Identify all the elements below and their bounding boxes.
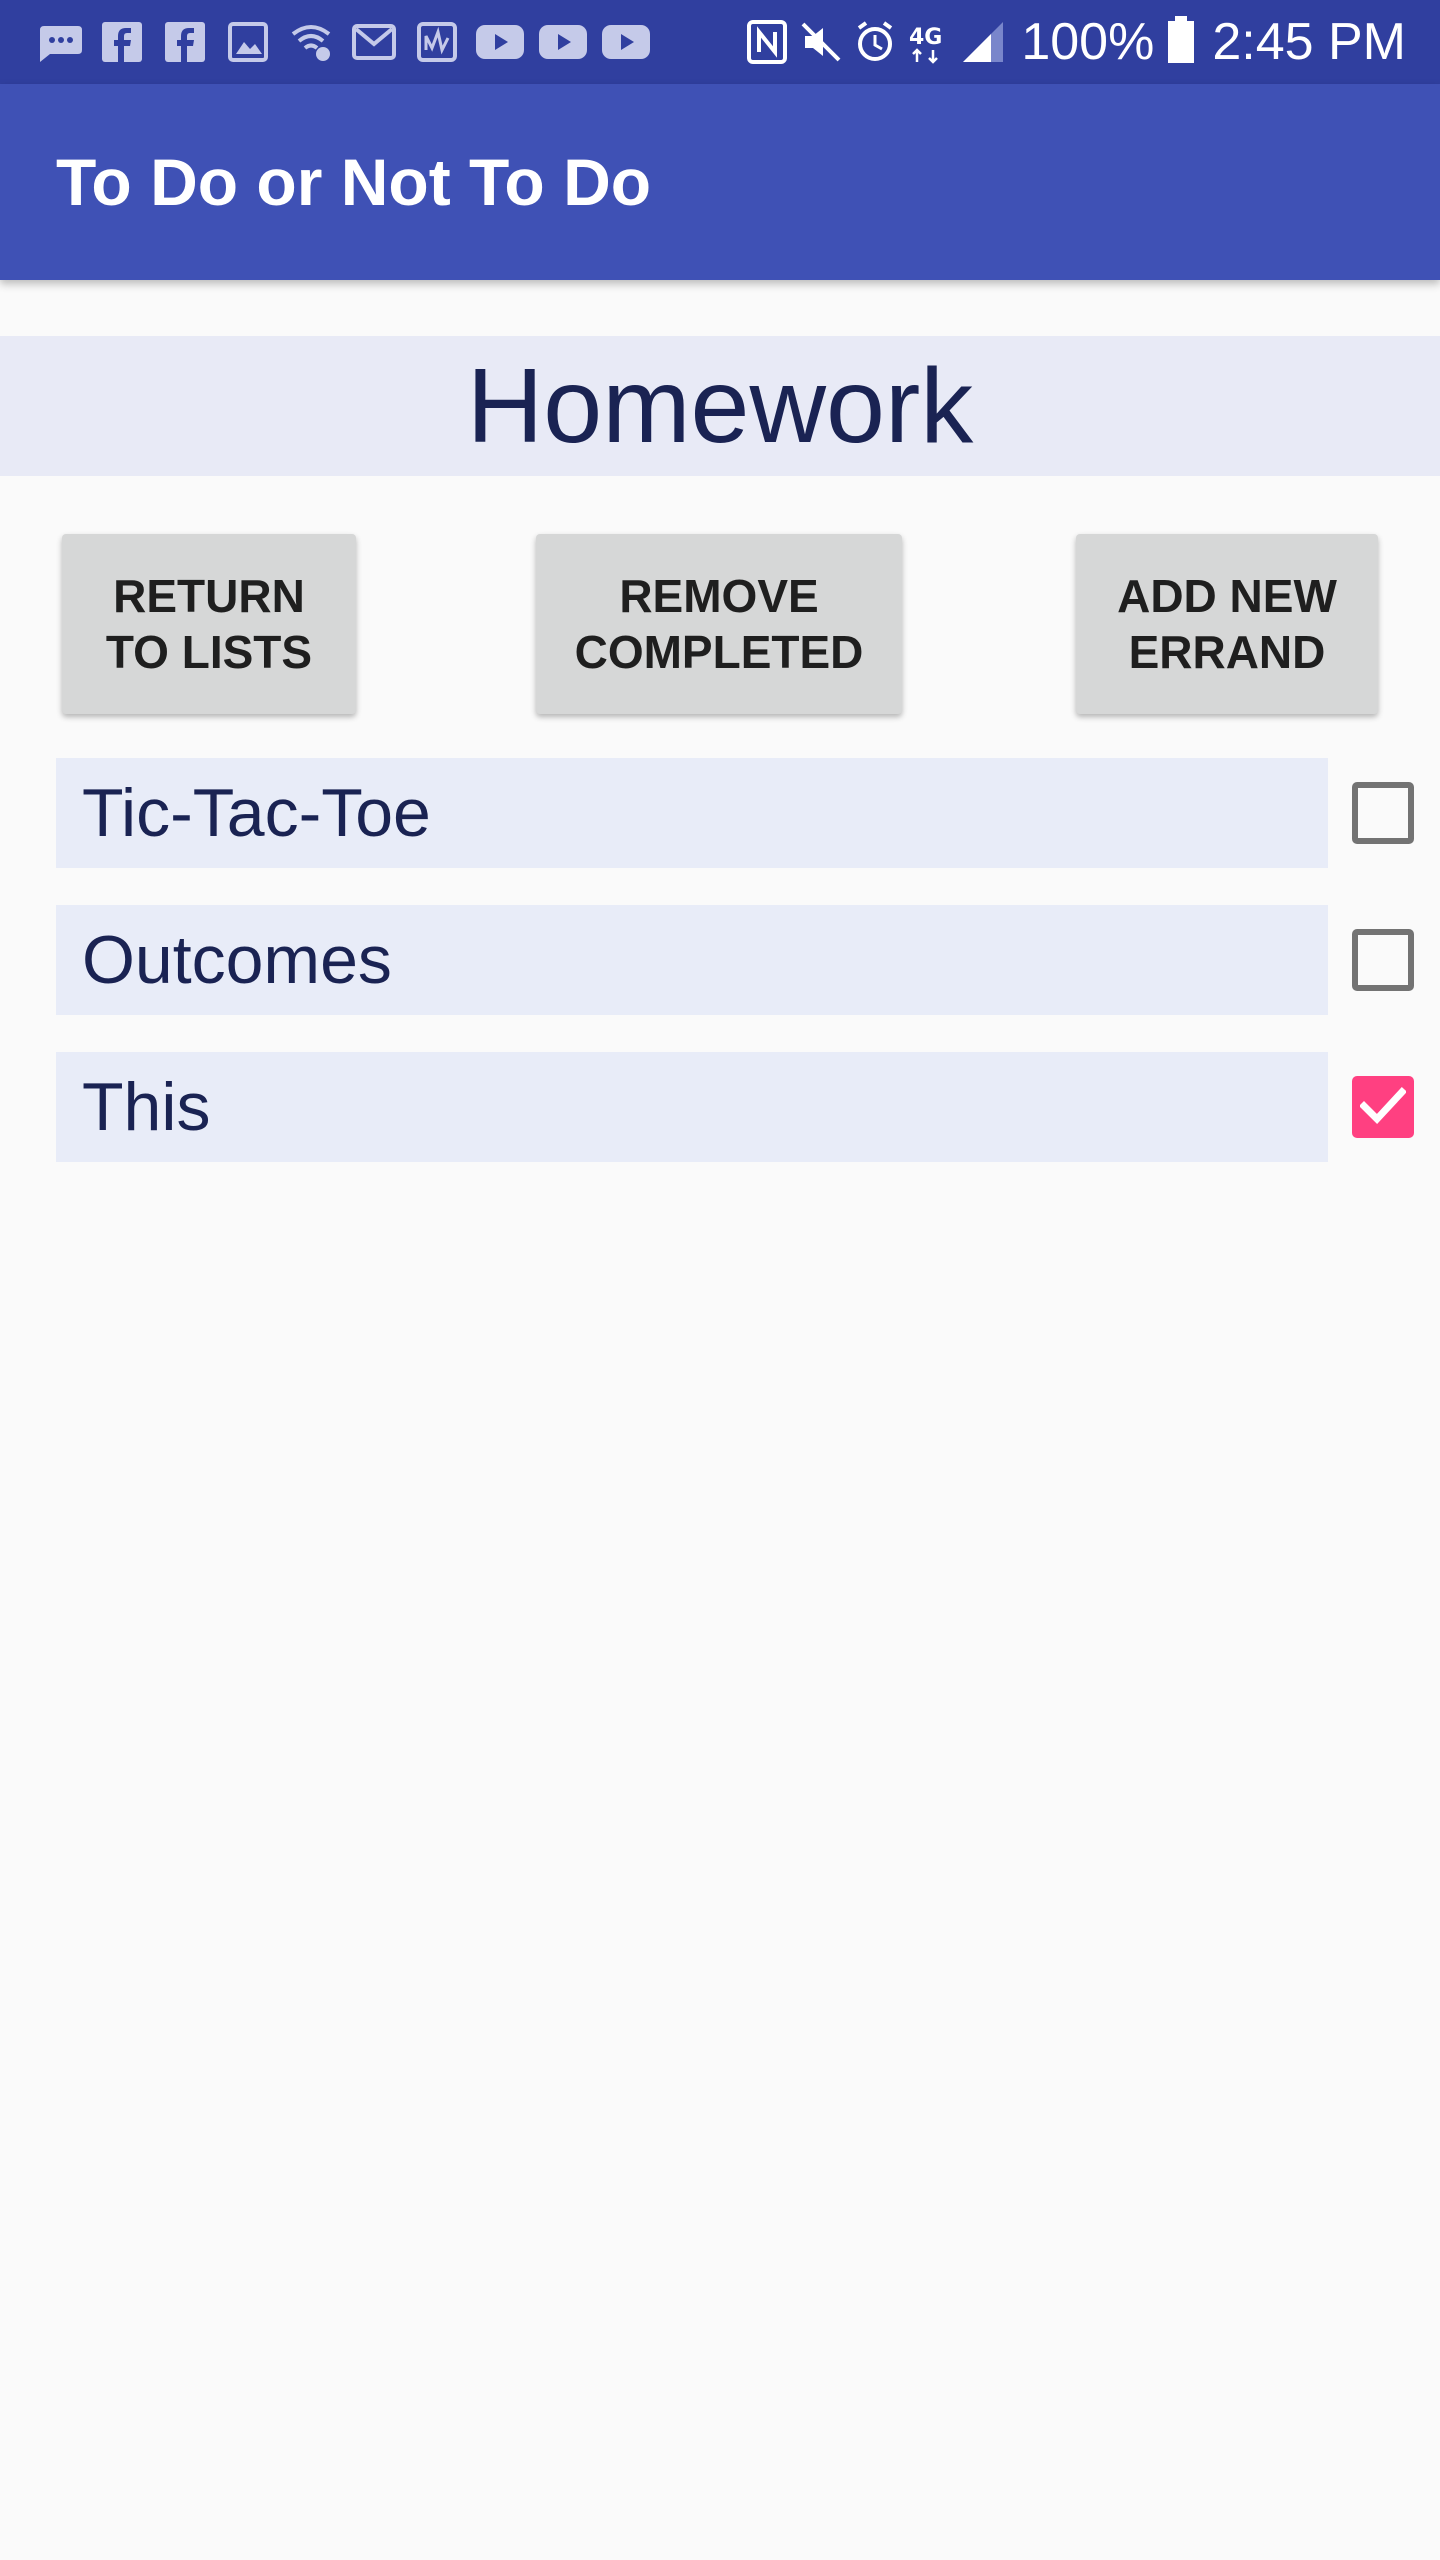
notification-icons [34,18,664,66]
sensor-icon [412,18,462,66]
errand-item[interactable]: This [56,1052,1328,1162]
youtube-icon [601,18,651,66]
errand-text: Outcomes [82,922,392,998]
clock: 2:45 PM [1212,13,1406,71]
nfc-icon [745,18,789,66]
remove-completed-button[interactable]: REMOVE COMPLETED [536,534,902,714]
signal-icon [961,18,1005,66]
messages-icon [34,18,84,66]
errand-text: Tic-Tac-Toe [82,775,431,851]
facebook-icon [97,18,147,66]
system-icons: 4G 100% 2:45 PM [745,13,1406,71]
status-bar: 4G 100% 2:45 PM [0,0,1440,84]
app-bar: To Do or Not To Do [0,84,1440,280]
gallery-icon [223,18,273,66]
errand-checkbox[interactable] [1352,1076,1414,1138]
checkmark-icon [1360,1087,1406,1125]
add-new-errand-button[interactable]: ADD NEW ERRAND [1076,534,1378,714]
svg-text:4G: 4G [909,25,942,50]
youtube-icon [538,18,588,66]
errand-item[interactable]: Tic-Tac-Toe [56,758,1328,868]
return-to-lists-button[interactable]: RETURN TO LISTS [62,534,356,714]
battery-icon [1168,16,1195,63]
facebook-icon [160,18,210,66]
errand-text: This [82,1069,211,1145]
errand-checkbox[interactable] [1352,929,1414,991]
errand-checkbox[interactable] [1352,782,1414,844]
app-title: To Do or Not To Do [56,145,652,219]
4g-lte-icon: 4G [907,18,951,66]
battery-percent: 100% [1021,13,1155,71]
wifi-calling-icon [286,18,336,66]
errand-item[interactable]: Outcomes [56,905,1328,1015]
alarm-icon [853,18,897,66]
mute-icon [799,18,843,66]
gmail-icon [349,18,399,66]
list-header: Homework [0,336,1440,476]
youtube-icon [475,18,525,66]
list-title: Homework [466,346,974,465]
